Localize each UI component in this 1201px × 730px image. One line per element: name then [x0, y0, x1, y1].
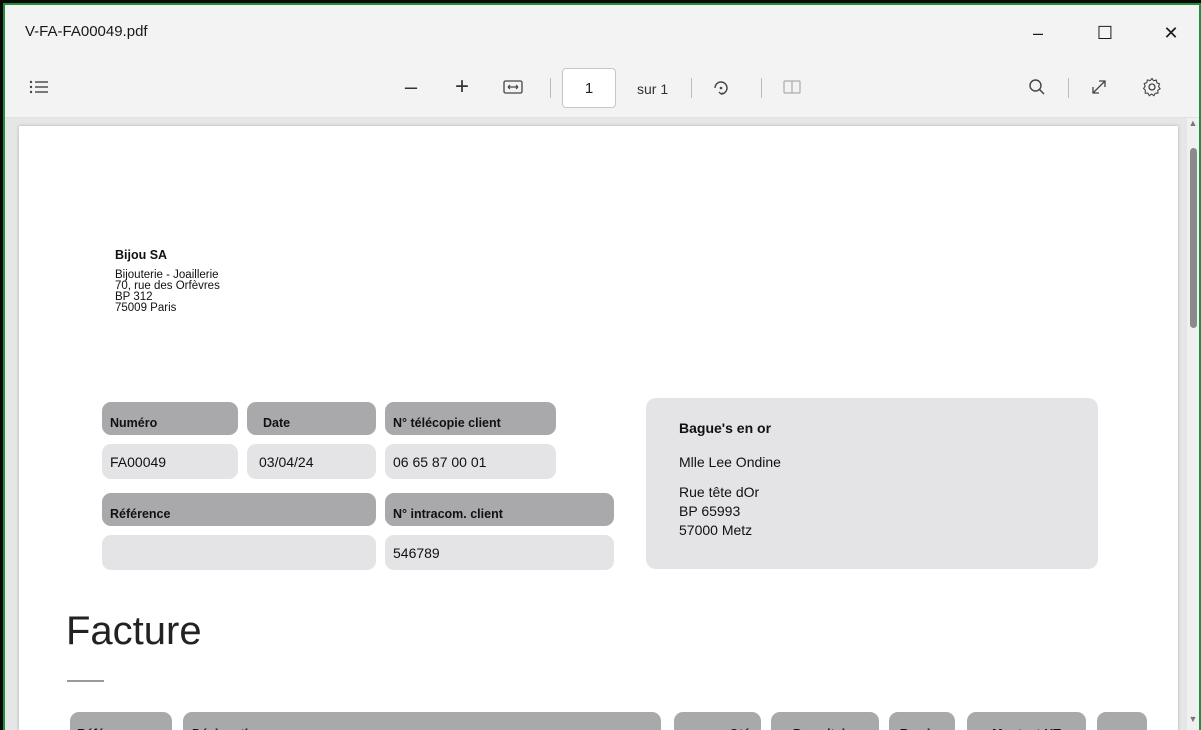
- document-title: Facture: [66, 609, 202, 653]
- company-line: 75009 Paris: [115, 302, 177, 314]
- expand-icon[interactable]: [1086, 73, 1112, 101]
- table-header-unit-price: Px unitaire: [771, 712, 879, 730]
- fit-width-icon[interactable]: [499, 73, 527, 101]
- document-viewer[interactable]: Bijou SA Bijouterie - Joaillerie 70, rue…: [5, 118, 1199, 730]
- table-header-discount: Remise: [889, 712, 955, 730]
- client-address-block: Bague's en or Mlle Lee Ondine Rue tête d…: [646, 398, 1098, 569]
- close-button[interactable]: ✕: [1148, 15, 1194, 51]
- page-number-input[interactable]: [562, 68, 616, 108]
- list-icon[interactable]: [25, 73, 53, 101]
- table-header-reference: Référence: [70, 712, 172, 730]
- window-title: V-FA-FA00049.pdf: [25, 23, 148, 40]
- title-underline: [67, 680, 104, 682]
- client-address-line: 57000 Metz: [679, 522, 753, 538]
- date-label: Date: [247, 402, 376, 435]
- zoom-in-button[interactable]: +: [449, 73, 475, 101]
- page-total-label: sur 1: [637, 81, 669, 97]
- intracom-value: 546789: [385, 535, 614, 570]
- rotate-icon[interactable]: [708, 73, 734, 101]
- zoom-out-button[interactable]: –: [398, 73, 424, 101]
- search-icon[interactable]: [1024, 73, 1050, 101]
- maximize-button[interactable]: ☐: [1082, 15, 1128, 51]
- table-header-amount: Montant HT: [967, 712, 1086, 730]
- reference-value: [102, 535, 376, 570]
- numero-value: FA00049: [102, 444, 238, 479]
- title-bar: V-FA-FA00049.pdf – ☐ ✕: [5, 5, 1199, 57]
- client-address-line: BP 65993: [679, 503, 741, 519]
- client-address-line: Rue tête dOr: [679, 484, 760, 500]
- client-contact: Mlle Lee Ondine: [679, 454, 781, 470]
- date-value: 03/04/24: [247, 444, 376, 479]
- company-block: Bijou SA Bijouterie - Joaillerie 70, rue…: [115, 248, 220, 314]
- client-name: Bague's en or: [679, 420, 772, 436]
- table-header-extra: +: [1097, 712, 1147, 730]
- gear-icon[interactable]: [1139, 73, 1165, 101]
- fax-value: 06 65 87 00 01: [385, 444, 556, 479]
- reference-label: Référence: [102, 493, 376, 526]
- pdf-viewer-window: V-FA-FA00049.pdf – ☐ ✕ – + sur 1: [3, 3, 1201, 730]
- table-header-designation: Désignation: [183, 712, 661, 730]
- scroll-up-icon[interactable]: ▲: [1188, 118, 1198, 128]
- table-header-quantity: Qté: [674, 712, 761, 730]
- minimize-button[interactable]: –: [1015, 15, 1061, 51]
- intracom-label: N° intracom. client: [385, 493, 614, 526]
- two-page-icon[interactable]: [780, 73, 804, 101]
- pdf-page: Bijou SA Bijouterie - Joaillerie 70, rue…: [19, 126, 1178, 730]
- fax-label: N° télécopie client: [385, 402, 556, 435]
- scroll-down-icon[interactable]: ▼: [1188, 714, 1198, 724]
- numero-label: Numéro: [102, 402, 238, 435]
- company-name: Bijou SA: [115, 248, 168, 262]
- scroll-thumb[interactable]: [1190, 148, 1197, 328]
- vertical-scrollbar[interactable]: ▲ ▼: [1187, 118, 1199, 730]
- toolbar: – + sur 1: [5, 57, 1199, 118]
